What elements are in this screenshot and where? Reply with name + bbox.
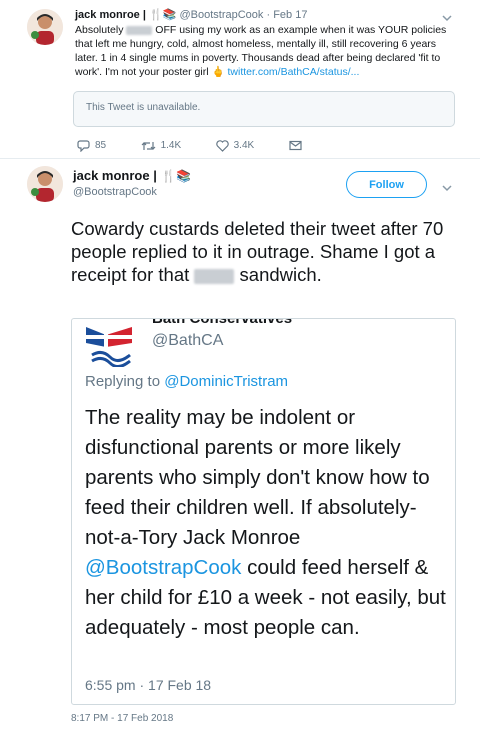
retweet-count: 1.4K xyxy=(160,140,182,152)
middle-finger-emoji: 🖕 xyxy=(211,66,225,78)
avatar[interactable] xyxy=(27,166,63,202)
tweet-date[interactable]: Feb 17 xyxy=(273,9,307,21)
utensils-books-emoji: 🍴📚 xyxy=(161,169,192,183)
tweet-header: jack monroe | 🍴📚 @BootstrapCook · Feb 17 xyxy=(75,8,308,21)
avatar-image xyxy=(27,9,63,45)
avatar[interactable] xyxy=(27,9,63,45)
more-options-icon[interactable] xyxy=(441,10,453,22)
embedded-handle: @BathCA xyxy=(152,332,224,349)
more-options-icon[interactable] xyxy=(441,180,453,192)
retweet-icon xyxy=(141,141,156,150)
divider xyxy=(0,158,480,159)
quoted-tweet-unavailable[interactable]: This Tweet is unavailable. xyxy=(73,91,455,127)
account-name-partial: Bath Conservatives xyxy=(152,318,293,327)
tweet-header: jack monroe | 🍴📚 xyxy=(73,167,191,185)
tweet-text: Cowardy custards deleted their tweet aft… xyxy=(71,218,444,285)
display-name[interactable]: jack monroe | xyxy=(75,9,146,21)
censored-word xyxy=(194,268,235,284)
utensils-books-emoji: 🍴📚 xyxy=(149,8,177,21)
heart-icon xyxy=(215,139,229,152)
embedded-tweet-text: The reality may be indolent or disfuncti… xyxy=(85,406,446,639)
embedded-tweet-image[interactable]: Bath Conservatives @BathCA Replying to @… xyxy=(71,318,456,705)
like-count: 3.4K xyxy=(233,140,255,152)
like-action[interactable]: 3.4K xyxy=(215,139,255,152)
handle[interactable]: @BootstrapCook xyxy=(73,186,157,198)
reply-action[interactable]: 85 xyxy=(77,140,106,152)
avatar-image xyxy=(27,166,63,202)
message-action[interactable] xyxy=(289,140,302,151)
tweet-actions: 85 1.4K 3.4K xyxy=(77,137,332,155)
follow-button[interactable]: Follow xyxy=(346,171,427,198)
tweet-text: Absolutely OFF using my work as an examp… xyxy=(75,24,447,78)
tweet-timestamp[interactable]: 8:17 PM - 17 Feb 2018 xyxy=(71,713,173,724)
retweet-action[interactable]: 1.4K xyxy=(141,140,182,152)
handle[interactable]: @BootstrapCook xyxy=(179,9,263,21)
replying-to: Replying to @DominicTristram xyxy=(85,373,289,390)
display-name[interactable]: jack monroe | xyxy=(73,168,157,183)
reply-count: 85 xyxy=(95,140,107,152)
embedded-timestamp: 6:55 pm · 17 Feb 18 xyxy=(85,677,212,693)
envelope-icon xyxy=(289,141,302,151)
tweet-link[interactable]: twitter.com/BathCA/status/... xyxy=(227,66,359,78)
mention-link: @BootstrapCook xyxy=(85,556,242,579)
replying-to-mention: @DominicTristram xyxy=(164,373,289,390)
censored-word xyxy=(126,25,153,35)
bath-conservatives-logo xyxy=(84,321,138,368)
reply-icon xyxy=(77,140,90,152)
